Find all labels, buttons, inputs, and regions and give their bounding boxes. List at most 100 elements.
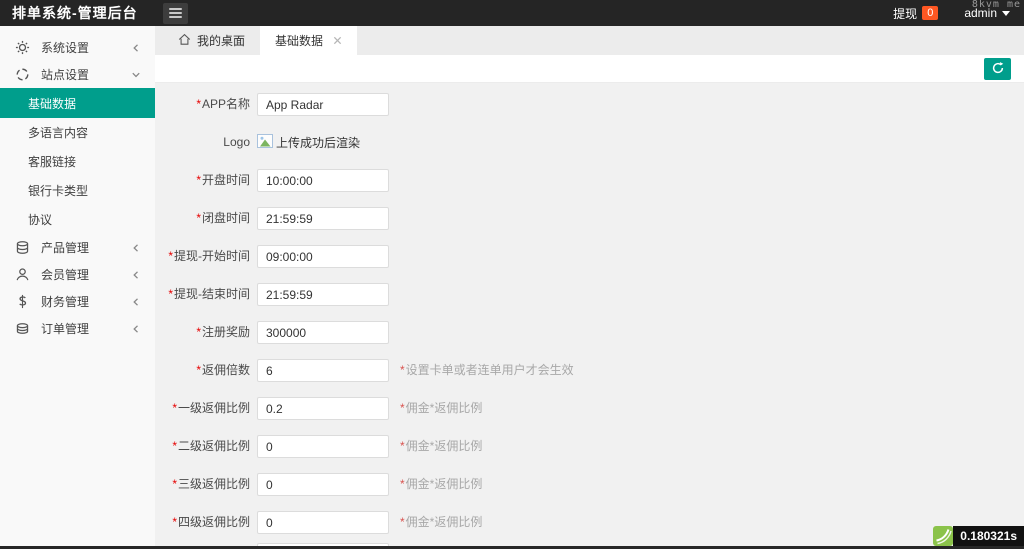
- sidebar-item-label: 订单管理: [41, 320, 131, 337]
- field-label-text: 三级返佣比例: [178, 477, 250, 491]
- required-mark: *: [172, 401, 177, 415]
- sidebar-item-agreement[interactable]: 协议: [0, 205, 155, 234]
- required-mark: *: [196, 211, 201, 225]
- form-row-close-time: *闭盘时间: [155, 207, 1024, 245]
- hint-text: 佣金*返佣比例: [406, 401, 483, 415]
- hint-required-mark: *: [400, 439, 405, 453]
- hamburger-icon: [169, 8, 182, 10]
- field-label-text: 提现-开始时间: [174, 249, 250, 263]
- field-label: *闭盘时间: [155, 207, 250, 230]
- field-label: *提现-开始时间: [155, 245, 250, 268]
- field-label-text: 返佣倍数: [202, 363, 250, 377]
- withdraw-label: 提现: [893, 5, 917, 22]
- form-row-withdraw-end: *提现-结束时间: [155, 283, 1024, 321]
- withdraw-end-time-input[interactable]: [257, 283, 389, 306]
- sidebar-item-product-management[interactable]: 产品管理: [0, 234, 155, 261]
- required-mark: *: [196, 325, 201, 339]
- app-title: 排单系统-管理后台: [0, 3, 155, 23]
- chevron-left-icon: [131, 324, 141, 334]
- level1-rebate-input[interactable]: [257, 397, 389, 420]
- open-time-input[interactable]: [257, 169, 389, 192]
- sidebar-item-service-links[interactable]: 客服链接: [0, 147, 155, 176]
- username: admin: [964, 6, 997, 20]
- sidebar-item-member-management[interactable]: 会员管理: [0, 261, 155, 288]
- field-hint: *佣金*返佣比例: [400, 511, 482, 534]
- tabbar: 我的桌面 基础数据: [155, 26, 1024, 55]
- required-mark: *: [196, 97, 201, 111]
- field-label-text: 四级返佣比例: [178, 515, 250, 529]
- field-label: *四级返佣比例: [155, 511, 250, 534]
- sidebar-item-system-settings[interactable]: 系统设置: [0, 34, 155, 61]
- form-row-withdraw-start: *提现-开始时间: [155, 245, 1024, 283]
- required-mark: *: [172, 477, 177, 491]
- field-hint: *佣金*返佣比例: [400, 435, 482, 458]
- level2-rebate-input[interactable]: [257, 435, 389, 458]
- field-label: *一级返佣比例: [155, 397, 250, 420]
- rebate-multiple-input[interactable]: [257, 359, 389, 382]
- hint-required-mark: *: [400, 515, 405, 529]
- level4-rebate-input[interactable]: [257, 511, 389, 534]
- topbar: 排单系统-管理后台 提现 0 admin 8kvm me: [0, 0, 1024, 26]
- form-row-rebate-multiple: *返佣倍数 *设置卡单或者连单用户才会生效: [155, 359, 1024, 397]
- refresh-button[interactable]: [984, 58, 1011, 80]
- home-icon: [178, 33, 191, 49]
- sidebar-item-label: 站点设置: [41, 66, 131, 83]
- sidebar-item-site-settings[interactable]: 站点设置: [0, 61, 155, 88]
- sidebar-item-label: 基础数据: [28, 95, 76, 112]
- chevron-left-icon: [131, 270, 141, 280]
- form-row-app-name: *APP名称: [155, 93, 1024, 131]
- sidebar-item-basic-data[interactable]: 基础数据: [0, 88, 155, 118]
- required-mark: *: [172, 515, 177, 529]
- sidebar-item-bankcard-types[interactable]: 银行卡类型: [0, 176, 155, 205]
- sidebar-item-finance-management[interactable]: 财务管理: [0, 288, 155, 315]
- menu-toggle-button[interactable]: [163, 3, 188, 24]
- field-label: *APP名称: [155, 93, 250, 116]
- thinkphp-trace-icon[interactable]: [933, 526, 953, 546]
- dollar-icon: [14, 294, 30, 309]
- hint-required-mark: *: [400, 401, 405, 415]
- form-row-level2-rebate: *二级返佣比例 *佣金*返佣比例: [155, 435, 1024, 473]
- field-label-text: Logo: [223, 135, 250, 149]
- field-label-text: 提现-结束时间: [174, 287, 250, 301]
- sidebar-item-label: 系统设置: [41, 39, 131, 56]
- required-mark: *: [196, 173, 201, 187]
- level3-rebate-input[interactable]: [257, 473, 389, 496]
- field-label-text: APP名称: [202, 97, 250, 111]
- coins-icon: [14, 321, 30, 336]
- sidebar-item-label: 银行卡类型: [28, 182, 88, 199]
- tab-my-desktop[interactable]: 我的桌面: [163, 26, 260, 55]
- tab-label: 我的桌面: [197, 32, 245, 49]
- hint-text: 设置卡单或者连单用户才会生效: [406, 363, 574, 377]
- field-hint: *佣金*返佣比例: [400, 397, 482, 420]
- field-label-text: 注册奖励: [202, 325, 250, 339]
- sidebar-item-order-management[interactable]: 订单管理: [0, 315, 155, 342]
- field-label-text: 一级返佣比例: [178, 401, 250, 415]
- hint-required-mark: *: [400, 477, 405, 491]
- app-name-input[interactable]: [257, 93, 389, 116]
- required-mark: *: [168, 249, 173, 263]
- required-mark: *: [172, 439, 177, 453]
- form-row-level1-rebate: *一级返佣比例 *佣金*返佣比例: [155, 397, 1024, 435]
- field-hint: *设置卡单或者连单用户才会生效: [400, 359, 574, 382]
- field-label: *提现-结束时间: [155, 283, 250, 306]
- trace-widget: 0.180321s: [933, 526, 1024, 546]
- close-icon[interactable]: [333, 36, 342, 45]
- required-mark: *: [168, 287, 173, 301]
- withdraw-button[interactable]: 提现 0: [893, 5, 938, 22]
- close-time-input[interactable]: [257, 207, 389, 230]
- withdraw-start-time-input[interactable]: [257, 245, 389, 268]
- chevron-down-icon: [1002, 11, 1010, 16]
- field-label-text: 闭盘时间: [202, 211, 250, 225]
- sidebar-item-multilanguage[interactable]: 多语言内容: [0, 118, 155, 147]
- user-menu[interactable]: admin: [964, 6, 1010, 20]
- sidebar-item-label: 协议: [28, 211, 52, 228]
- tab-basic-data[interactable]: 基础数据: [260, 26, 357, 55]
- field-label: *二级返佣比例: [155, 435, 250, 458]
- sidebar-item-label: 客服链接: [28, 153, 76, 170]
- field-label-text: 二级返佣比例: [178, 439, 250, 453]
- dashed-circle-icon: [14, 67, 30, 82]
- chevron-down-icon: [131, 70, 141, 80]
- field-label: *注册奖励: [155, 321, 250, 344]
- page-load-time: 0.180321s: [953, 526, 1024, 546]
- register-reward-input[interactable]: [257, 321, 389, 344]
